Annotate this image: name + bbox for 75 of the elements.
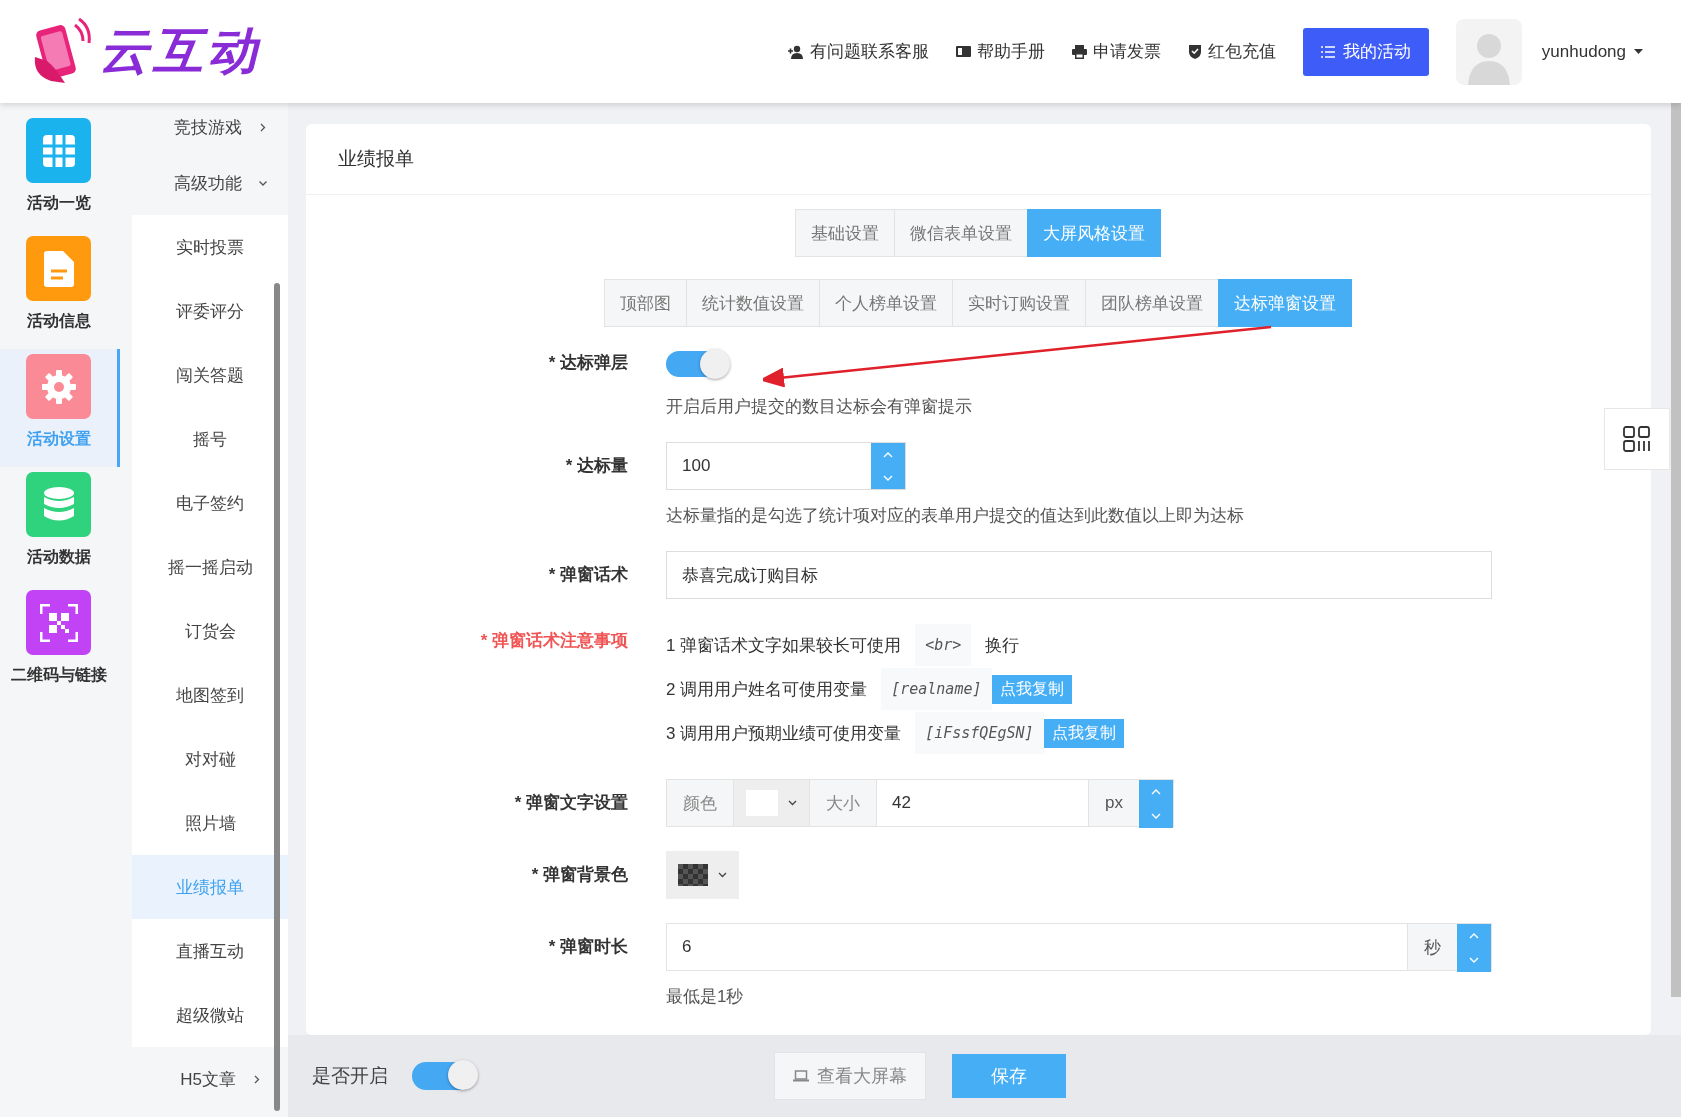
nav-link[interactable]: 有问题联系客服 — [787, 40, 929, 63]
tab[interactable]: 基础设置 — [795, 209, 895, 257]
tab[interactable]: 团队榜单设置 — [1085, 279, 1219, 327]
code-snippet: [iFssfQEgSN] — [915, 712, 1044, 754]
field-label: * 弹窗话术 — [547, 564, 628, 586]
printer-icon — [1071, 44, 1087, 59]
hint-text: 最低是1秒 — [666, 986, 745, 1008]
field-label: * 达标弹层 — [547, 352, 628, 374]
field-label: * 达标量 — [564, 455, 628, 477]
menu-item[interactable]: 实时投票 — [132, 215, 288, 279]
text-field[interactable]: 恭喜完成订购目标 — [666, 551, 1492, 599]
caret-icon — [1634, 48, 1643, 55]
sidebar-item[interactable]: 活动信息 — [0, 231, 120, 349]
code-snippet: [realname] — [881, 668, 992, 710]
field-label: * 弹窗话术注意事项 — [479, 630, 628, 652]
nav-link[interactable]: 申请发票 — [1071, 40, 1161, 63]
menu-item[interactable]: 直播互动 — [132, 919, 288, 983]
sidebar-item[interactable]: 活动一览 — [0, 113, 120, 231]
laptop-icon — [793, 1070, 809, 1082]
menu-item[interactable]: 订货会 — [132, 599, 288, 663]
toggle-switch[interactable] — [412, 1062, 476, 1090]
menu-item[interactable]: 超级微站 — [132, 983, 288, 1047]
menu-item[interactable]: 摇号 — [132, 407, 288, 471]
logo-text: 云互动 — [99, 22, 261, 81]
chevron-icon — [258, 180, 268, 186]
menu-item[interactable]: 照片墙 — [132, 791, 288, 855]
tab[interactable]: 实时订购设置 — [952, 279, 1086, 327]
chevron-icon — [253, 1074, 260, 1084]
avatar[interactable] — [1455, 18, 1522, 85]
qr-code-icon — [1623, 426, 1651, 452]
menu-item[interactable]: 闯关答题 — [132, 343, 288, 407]
note-text: 换行 — [985, 634, 1020, 657]
toggle-switch[interactable] — [666, 351, 728, 377]
tab[interactable]: 微信表单设置 — [894, 209, 1028, 257]
hint-text: 达标量指的是勾选了统计项对应的表单用户提交的值达到此数值以上即为达标 — [666, 505, 1245, 527]
hint-text: 开启后用户提交的数目达标会有弹窗提示 — [666, 396, 973, 418]
color-picker[interactable] — [666, 851, 739, 899]
scrollbar[interactable] — [274, 283, 280, 1111]
menu-item[interactable]: 摇一摇启动 — [132, 535, 288, 599]
menu-item[interactable]: 地图签到 — [132, 663, 288, 727]
note-text: 3 调用用户预期业绩可使用变量 — [666, 722, 902, 745]
up-icon[interactable] — [883, 451, 893, 458]
note-text: 1 弹窗话术文字如果较长可使用 — [666, 634, 902, 657]
list-icon — [1320, 45, 1335, 58]
field-label: * 弹窗文字设置 — [513, 792, 628, 814]
book-icon — [955, 45, 971, 58]
qr-code-button[interactable] — [1604, 408, 1670, 470]
menu-item[interactable]: 评委评分 — [132, 279, 288, 343]
menu-group[interactable]: 高级功能 — [132, 151, 288, 215]
sidebar-item[interactable]: 二维码与链接 — [0, 585, 120, 703]
chevron-icon — [260, 122, 266, 132]
number-field[interactable]: 100 — [666, 442, 906, 490]
switch-label: 是否开启 — [312, 1064, 388, 1088]
sidebar-item[interactable]: 活动数据 — [0, 467, 120, 585]
add-user-icon — [787, 44, 804, 59]
note-text: 2 调用用户姓名可使用变量 — [666, 678, 868, 701]
menu-group[interactable]: H5文章 — [132, 1047, 288, 1111]
down-icon[interactable] — [883, 474, 893, 481]
tab[interactable]: 顶部图 — [604, 279, 687, 327]
menu-group[interactable]: 竞技游戏 — [132, 103, 288, 151]
menu-item[interactable]: 电子签约 — [132, 471, 288, 535]
user-menu[interactable]: yunhudong — [1541, 41, 1643, 62]
tab[interactable]: 个人榜单设置 — [819, 279, 953, 327]
field-label: * 弹窗背景色 — [530, 864, 628, 886]
shield-check-icon — [1187, 44, 1202, 59]
scrollbar[interactable] — [1671, 103, 1681, 997]
tab[interactable]: 统计数值设置 — [686, 279, 820, 327]
nav-link[interactable]: 红包充值 — [1187, 40, 1276, 63]
menu-item[interactable]: 对对碰 — [132, 727, 288, 791]
card-title: 业绩报单 — [306, 124, 1651, 195]
nav-link[interactable]: 帮助手册 — [955, 40, 1045, 63]
field-label: * 弹窗时长 — [547, 936, 628, 958]
code-snippet: <br> — [915, 624, 972, 666]
my-activities-button[interactable]: 我的活动 — [1302, 27, 1429, 76]
chevron-icon — [718, 872, 727, 878]
